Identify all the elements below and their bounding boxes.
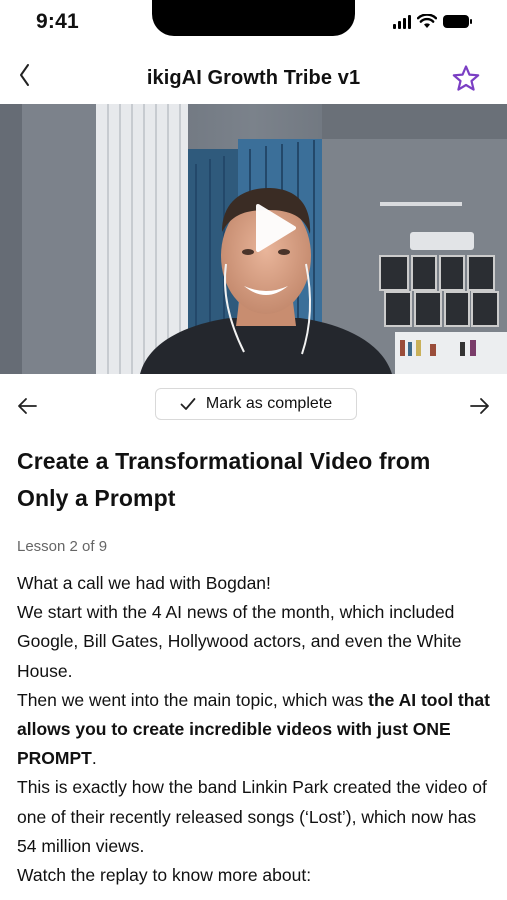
paragraph-text: Then we went into the main topic, which … bbox=[17, 689, 369, 710]
device-notch bbox=[152, 0, 355, 36]
next-lesson-button[interactable] bbox=[469, 396, 491, 416]
paragraph: Watch the replay to know more about: bbox=[17, 865, 312, 886]
lesson-progress-label: Lesson 2 of 9 bbox=[17, 538, 108, 555]
arrow-left-icon bbox=[18, 398, 37, 414]
arrow-right-icon bbox=[470, 398, 489, 414]
wifi-icon bbox=[417, 14, 437, 28]
star-icon bbox=[452, 65, 480, 91]
previous-lesson-button[interactable] bbox=[16, 396, 38, 416]
cellular-signal-icon bbox=[393, 14, 411, 29]
paragraph: What a call we had with Bogdan! bbox=[17, 573, 271, 593]
mark-complete-label: Mark as complete bbox=[205, 395, 333, 412]
paragraph: Then we went into the main topic, which … bbox=[17, 686, 497, 774]
status-bar: 9:41 bbox=[0, 0, 507, 50]
status-time: 9:41 bbox=[36, 10, 79, 33]
checkmark-icon bbox=[180, 398, 196, 410]
battery-icon bbox=[443, 15, 472, 28]
lesson-controls: Mark as complete bbox=[0, 376, 507, 434]
page-title: ikigAI Growth Tribe v1 bbox=[146, 67, 361, 89]
paragraph-text: . bbox=[91, 748, 97, 769]
favorite-button[interactable] bbox=[451, 64, 481, 94]
play-icon[interactable] bbox=[254, 202, 298, 254]
video-player[interactable] bbox=[0, 104, 507, 374]
navigation-bar: ikigAI Growth Tribe v1 bbox=[0, 50, 507, 104]
paragraph: We start with the 4 AI news of the month… bbox=[17, 602, 462, 681]
lesson-title: Create a Transformational Video from Onl… bbox=[17, 448, 431, 511]
status-icons bbox=[393, 14, 472, 29]
mark-complete-button[interactable]: Mark as complete bbox=[155, 388, 357, 420]
paragraph: This is exactly how the band Linkin Park… bbox=[17, 777, 487, 856]
lesson-description: What a call we had with Bogdan! We start… bbox=[17, 569, 497, 890]
